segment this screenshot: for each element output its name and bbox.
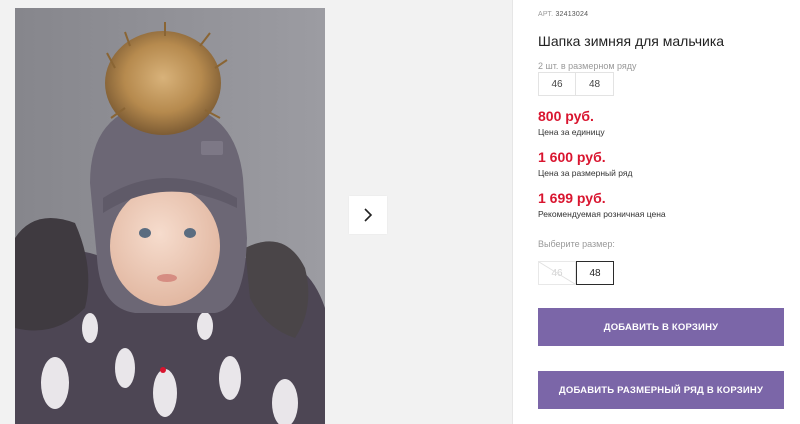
product-info: АРТ. 32413024 Шапка зимняя для мальчика … <box>538 0 788 424</box>
retail-price: 1 699 руб. <box>538 190 606 206</box>
unit-price: 800 руб. <box>538 108 594 124</box>
product-photo-image <box>15 8 325 424</box>
retail-price-label: Рекомендуемая розничная цена <box>538 209 666 219</box>
pack-sizes: 46 48 <box>538 72 614 96</box>
unavailable-slash-icon <box>539 262 575 284</box>
gallery-next-button[interactable] <box>349 196 387 234</box>
size-option-unavailable[interactable]: 46 <box>538 261 576 285</box>
pack-label: 2 шт. в размерном ряду <box>538 61 637 71</box>
add-size-range-button[interactable]: ДОБАВИТЬ РАЗМЕРНЫЙ РЯД В КОРЗИНУ <box>538 371 784 409</box>
product-photo[interactable] <box>15 8 325 424</box>
size-range-price-label: Цена за размерный ряд <box>538 168 633 178</box>
choose-size-label: Выберите размер: <box>538 239 615 249</box>
product-title: Шапка зимняя для мальчика <box>538 33 725 49</box>
unit-price-label: Цена за единицу <box>538 127 605 137</box>
size-range-price: 1 600 руб. <box>538 149 606 165</box>
product-gallery <box>0 0 512 424</box>
size-option-value: 48 <box>589 267 601 279</box>
pack-size: 46 <box>538 72 576 96</box>
sku-label: АРТ. <box>538 11 554 18</box>
product-sku: АРТ. 32413024 <box>538 11 588 18</box>
size-selector: 46 48 <box>538 261 614 285</box>
panel-divider <box>512 0 513 424</box>
add-to-cart-button[interactable]: ДОБАВИТЬ В КОРЗИНУ <box>538 308 784 346</box>
chevron-right-icon <box>364 208 373 222</box>
sku-code: 32413024 <box>555 11 589 18</box>
pack-size: 48 <box>576 72 614 96</box>
product-page: АРТ. 32413024 Шапка зимняя для мальчика … <box>0 0 800 424</box>
size-option-selected[interactable]: 48 <box>576 261 614 285</box>
